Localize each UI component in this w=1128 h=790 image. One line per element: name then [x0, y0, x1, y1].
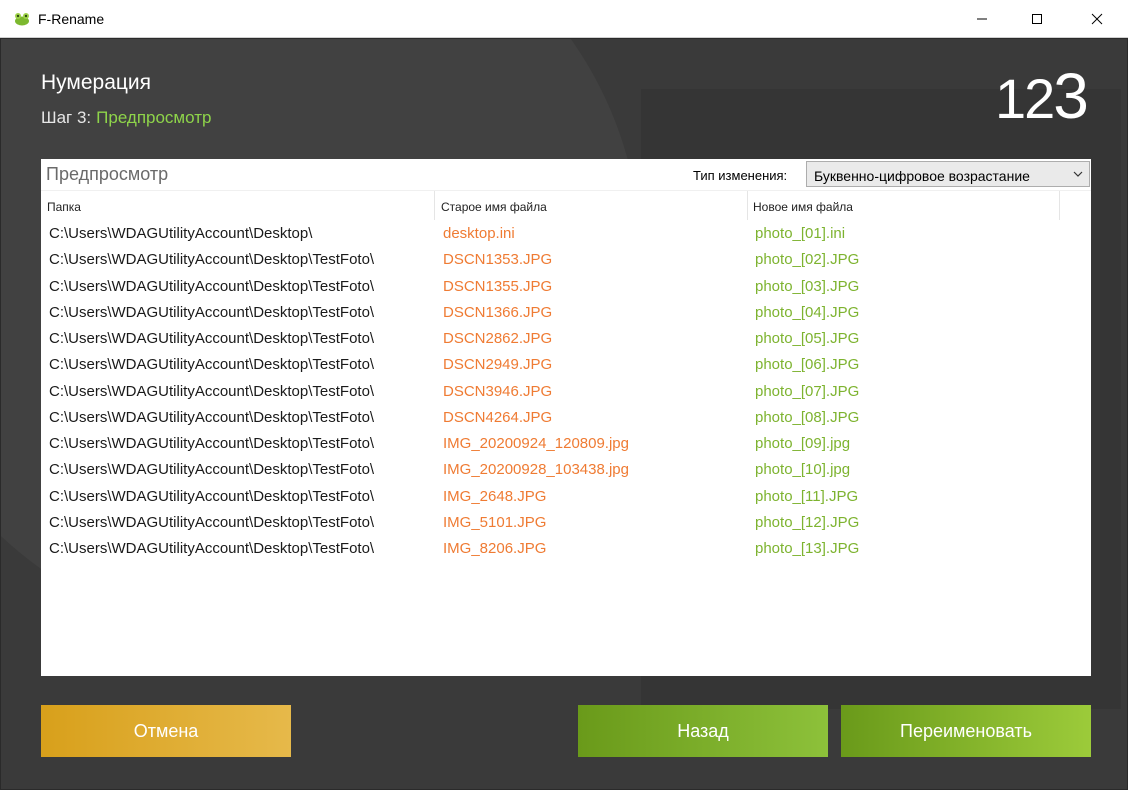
folder-cell: C:\Users\WDAGUtilityAccount\Desktop\Test… [49, 382, 375, 400]
maximize-icon [1032, 14, 1042, 24]
table-row[interactable]: C:\Users\WDAGUtilityAccount\Desktop\Test… [41, 300, 1091, 326]
step-label: Шаг 3: [41, 108, 92, 127]
old-name-cell: IMG_20200924_120809.jpg [443, 435, 629, 452]
folder-cell: C:\Users\WDAGUtilityAccount\Desktop\Test… [49, 330, 375, 347]
old-name-cell: IMG_20200928_103438.jpg [443, 461, 629, 479]
folder-cell: C:\Users\WDAGUtilityAccount\Desktop\Test… [49, 251, 375, 269]
folder-cell: C:\Users\WDAGUtilityAccount\Desktop\ [49, 225, 313, 242]
change-type-select[interactable]: Буквенно-цифровое возрастание [806, 161, 1090, 187]
table-row[interactable]: C:\Users\WDAGUtilityAccount\Desktop\Test… [41, 326, 1091, 352]
column-divider[interactable] [1059, 191, 1060, 220]
new-name-cell: photo_[13].JPG [755, 540, 860, 557]
old-name-cell: IMG_8206.JPG [443, 540, 547, 557]
new-name-cell: photo_[12].JPG [755, 513, 860, 531]
main-area: Нумерация Шаг 3: Предпросмотр 123 Предпро… [0, 38, 1128, 790]
minimize-button[interactable] [959, 0, 1005, 38]
old-name-cell: DSCN2949.JPG [443, 356, 553, 374]
folder-cell: C:\Users\WDAGUtilityAccount\Desktop\Test… [49, 435, 375, 452]
frog-app-icon [15, 13, 29, 26]
old-name-cell: DSCN4264.JPG [443, 408, 553, 426]
old-name-cell: DSCN1355.JPG [443, 277, 553, 295]
table-row[interactable]: C:\Users\WDAGUtilityAccount\Desktop\Test… [41, 247, 1091, 273]
table-row[interactable]: C:\Users\WDAGUtilityAccount\Desktop\Test… [41, 536, 1091, 562]
preview-title: Предпросмотр [46, 164, 169, 184]
column-divider[interactable] [434, 191, 435, 220]
page-title: Нумерация [41, 71, 152, 94]
new-name-cell: photo_[10].jpg [755, 461, 851, 479]
folder-cell: C:\Users\WDAGUtilityAccount\Desktop\Test… [49, 461, 375, 479]
column-header-new-name[interactable]: Новое имя файла [753, 200, 853, 214]
table-row[interactable]: C:\Users\WDAGUtilityAccount\Desktop\Test… [41, 405, 1091, 431]
title-bar: F-Rename [0, 0, 1128, 38]
old-name-cell: DSCN1353.JPG [443, 251, 553, 269]
numbering-logo: 123 [995, 59, 1089, 133]
file-list: C:\Users\WDAGUtilityAccount\Desktop\ desk… [41, 221, 1091, 562]
close-icon [1091, 13, 1103, 25]
column-header-folder[interactable]: Папка [47, 200, 81, 214]
old-name-cell: DSCN1366.JPG [443, 303, 553, 321]
new-name-cell: photo_[05].JPG [755, 330, 860, 347]
new-name-cell: photo_[03].JPG [755, 277, 860, 295]
table-row[interactable]: C:\Users\WDAGUtilityAccount\Desktop\ desk… [41, 221, 1091, 247]
table-row[interactable]: C:\Users\WDAGUtilityAccount\Desktop\Test… [41, 510, 1091, 536]
folder-cell: C:\Users\WDAGUtilityAccount\Desktop\Test… [49, 487, 375, 505]
table-row[interactable]: C:\Users\WDAGUtilityAccount\Desktop\Test… [41, 352, 1091, 378]
column-header-old-name[interactable]: Старое имя файла [441, 200, 547, 214]
new-name-cell: photo_[04].JPG [755, 303, 860, 321]
old-name-cell: DSCN3946.JPG [443, 382, 553, 400]
logo-digits: 12 [995, 67, 1055, 130]
change-type-label: Тип изменения: [693, 168, 788, 183]
new-name-cell: photo_[11].JPG [755, 487, 859, 505]
step-indicator: Шаг 3: Предпросмотр [41, 108, 211, 128]
old-name-cell: DSCN2862.JPG [443, 330, 553, 347]
step-name: Предпросмотр [96, 108, 212, 127]
new-name-cell: photo_[09].jpg [755, 435, 851, 452]
preview-panel: Предпросмотр Тип изменения: Буквенно-циф… [41, 159, 1091, 676]
new-name-cell: photo_[06].JPG [755, 356, 860, 374]
table-row[interactable]: C:\Users\WDAGUtilityAccount\Desktop\Test… [41, 274, 1091, 300]
old-name-cell: IMG_5101.JPG [443, 513, 547, 531]
old-name-cell: desktop.ini [443, 225, 515, 242]
minimize-icon [977, 18, 987, 20]
folder-cell: C:\Users\WDAGUtilityAccount\Desktop\Test… [49, 513, 375, 531]
table-row[interactable]: C:\Users\WDAGUtilityAccount\Desktop\Test… [41, 379, 1091, 405]
logo-digit-big: 3 [1053, 60, 1089, 132]
back-button[interactable]: Назад [578, 705, 828, 757]
new-name-cell: photo_[01].ini [755, 225, 846, 242]
folder-cell: C:\Users\WDAGUtilityAccount\Desktop\Test… [49, 277, 375, 295]
table-header: Папка Старое имя файла Новое имя файла [41, 190, 1091, 220]
old-name-cell: IMG_2648.JPG [443, 487, 547, 505]
table-row[interactable]: C:\Users\WDAGUtilityAccount\Desktop\Test… [41, 431, 1091, 457]
folder-cell: C:\Users\WDAGUtilityAccount\Desktop\Test… [49, 303, 375, 321]
new-name-cell: photo_[08].JPG [755, 408, 860, 426]
maximize-button[interactable] [1014, 0, 1060, 38]
cancel-button[interactable]: Отмена [41, 705, 291, 757]
table-row[interactable]: C:\Users\WDAGUtilityAccount\Desktop\Test… [41, 457, 1091, 483]
table-row[interactable]: C:\Users\WDAGUtilityAccount\Desktop\Test… [41, 484, 1091, 510]
window-title: F-Rename [38, 11, 105, 27]
folder-cell: C:\Users\WDAGUtilityAccount\Desktop\Test… [49, 356, 375, 374]
chevron-down-icon [1073, 171, 1083, 177]
new-name-cell: photo_[02].JPG [755, 251, 860, 269]
new-name-cell: photo_[07].JPG [755, 382, 860, 400]
folder-cell: C:\Users\WDAGUtilityAccount\Desktop\Test… [49, 408, 375, 426]
rename-button[interactable]: Переименовать [841, 705, 1091, 757]
folder-cell: C:\Users\WDAGUtilityAccount\Desktop\Test… [49, 540, 375, 557]
change-type-value: Буквенно-цифровое возрастание [814, 168, 1030, 184]
close-button[interactable] [1074, 0, 1120, 38]
column-divider[interactable] [747, 191, 748, 220]
